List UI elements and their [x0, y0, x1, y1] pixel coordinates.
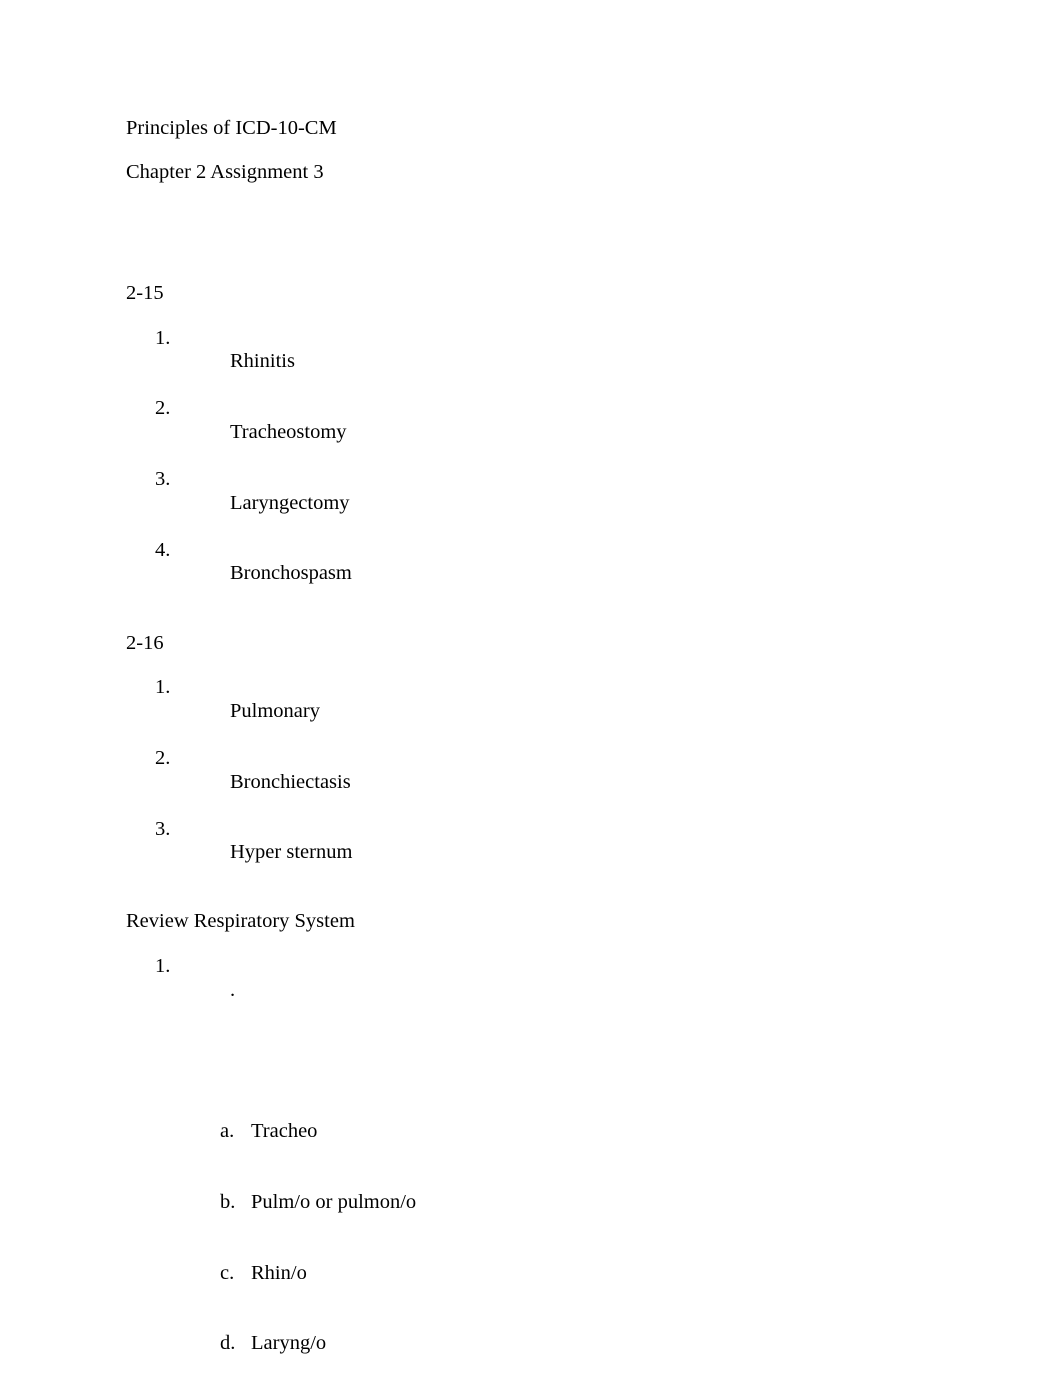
review-heading: Review Respiratory System — [126, 910, 355, 933]
list-block-2-16: Pulmonary Bronchiectasis Hyper sternum — [126, 676, 966, 888]
document-page: Principles of ICD-10-CM Chapter 2 Assign… — [0, 0, 1062, 1377]
sub-list-1: Tracheo Pulm/o or pulmon/o Rhin/o Laryng… — [189, 1073, 966, 1377]
list-item: Pulmonary — [126, 676, 966, 747]
ordered-list-2-15: Rhinitis Tracheostomy Laryngectomy Bronc… — [126, 327, 966, 610]
page-title: Principles of ICD-10-CM — [126, 117, 337, 139]
list-item-label: Bronchiectasis — [230, 770, 351, 793]
list-item: Laryng/o — [189, 1332, 966, 1356]
list-item: Pulm/o or pulmon/o — [189, 1191, 966, 1215]
list-item: Bronchiectasis — [126, 747, 966, 818]
list-item: Laryngectomy — [126, 468, 966, 539]
list-item-label: Bronchospasm — [230, 562, 352, 585]
list-marker — [220, 1120, 250, 1144]
section-heading-2-16: 2-16 — [126, 631, 164, 654]
section-heading-2-15: 2-15 — [126, 282, 164, 304]
list-item: Rhin/o — [189, 1262, 966, 1286]
list-item-label: Tracheo — [251, 1120, 318, 1143]
list-item: Tracheo — [189, 1120, 966, 1144]
list-item-label: Rhinitis — [230, 350, 295, 373]
list-marker — [155, 676, 185, 700]
list-block-2-15: Rhinitis Tracheostomy Laryngectomy Bronc… — [126, 327, 966, 610]
list-marker — [220, 1332, 250, 1356]
list-marker — [155, 327, 185, 351]
list-item-label: Laryngectomy — [230, 491, 350, 514]
list-marker — [155, 468, 185, 492]
ordered-list-2-16: Pulmonary Bronchiectasis Hyper sternum — [126, 676, 966, 888]
list-item-label: Laryng/o — [251, 1332, 327, 1355]
list-marker — [155, 747, 185, 771]
list-item: Tracheostomy — [126, 397, 966, 468]
list-item: Rhinitis — [126, 327, 966, 398]
list-marker — [155, 955, 185, 979]
list-marker — [155, 397, 185, 421]
vertical-spacer — [126, 205, 966, 283]
list-item-label: Hyper sternum — [230, 841, 353, 864]
list-item-label: . — [230, 978, 236, 1001]
review-ordered-list: . Tracheo Pulm/o or pulmon/o Rhin/o Lary… — [126, 955, 966, 1377]
list-item-label: Tracheostomy — [230, 420, 347, 443]
nested-list-wrapper: Tracheo Pulm/o or pulmon/o Rhin/o Laryng… — [189, 1026, 966, 1377]
list-item: Hyper sternum — [126, 818, 966, 889]
list-marker — [220, 1262, 250, 1286]
list-item: . Tracheo Pulm/o or pulmon/o Rhin/o Lary… — [126, 955, 966, 1377]
list-item-label: Pulmonary — [230, 699, 320, 722]
list-item: Bronchospasm — [126, 539, 966, 610]
review-list-block: . Tracheo Pulm/o or pulmon/o Rhin/o Lary… — [126, 955, 966, 1377]
list-item-label: Pulm/o or pulmon/o — [251, 1190, 417, 1213]
page-subtitle: Chapter 2 Assignment 3 — [126, 160, 324, 183]
list-marker — [155, 818, 185, 842]
list-marker — [155, 539, 185, 563]
list-item-label: Rhin/o — [251, 1261, 307, 1284]
list-marker — [220, 1191, 250, 1215]
